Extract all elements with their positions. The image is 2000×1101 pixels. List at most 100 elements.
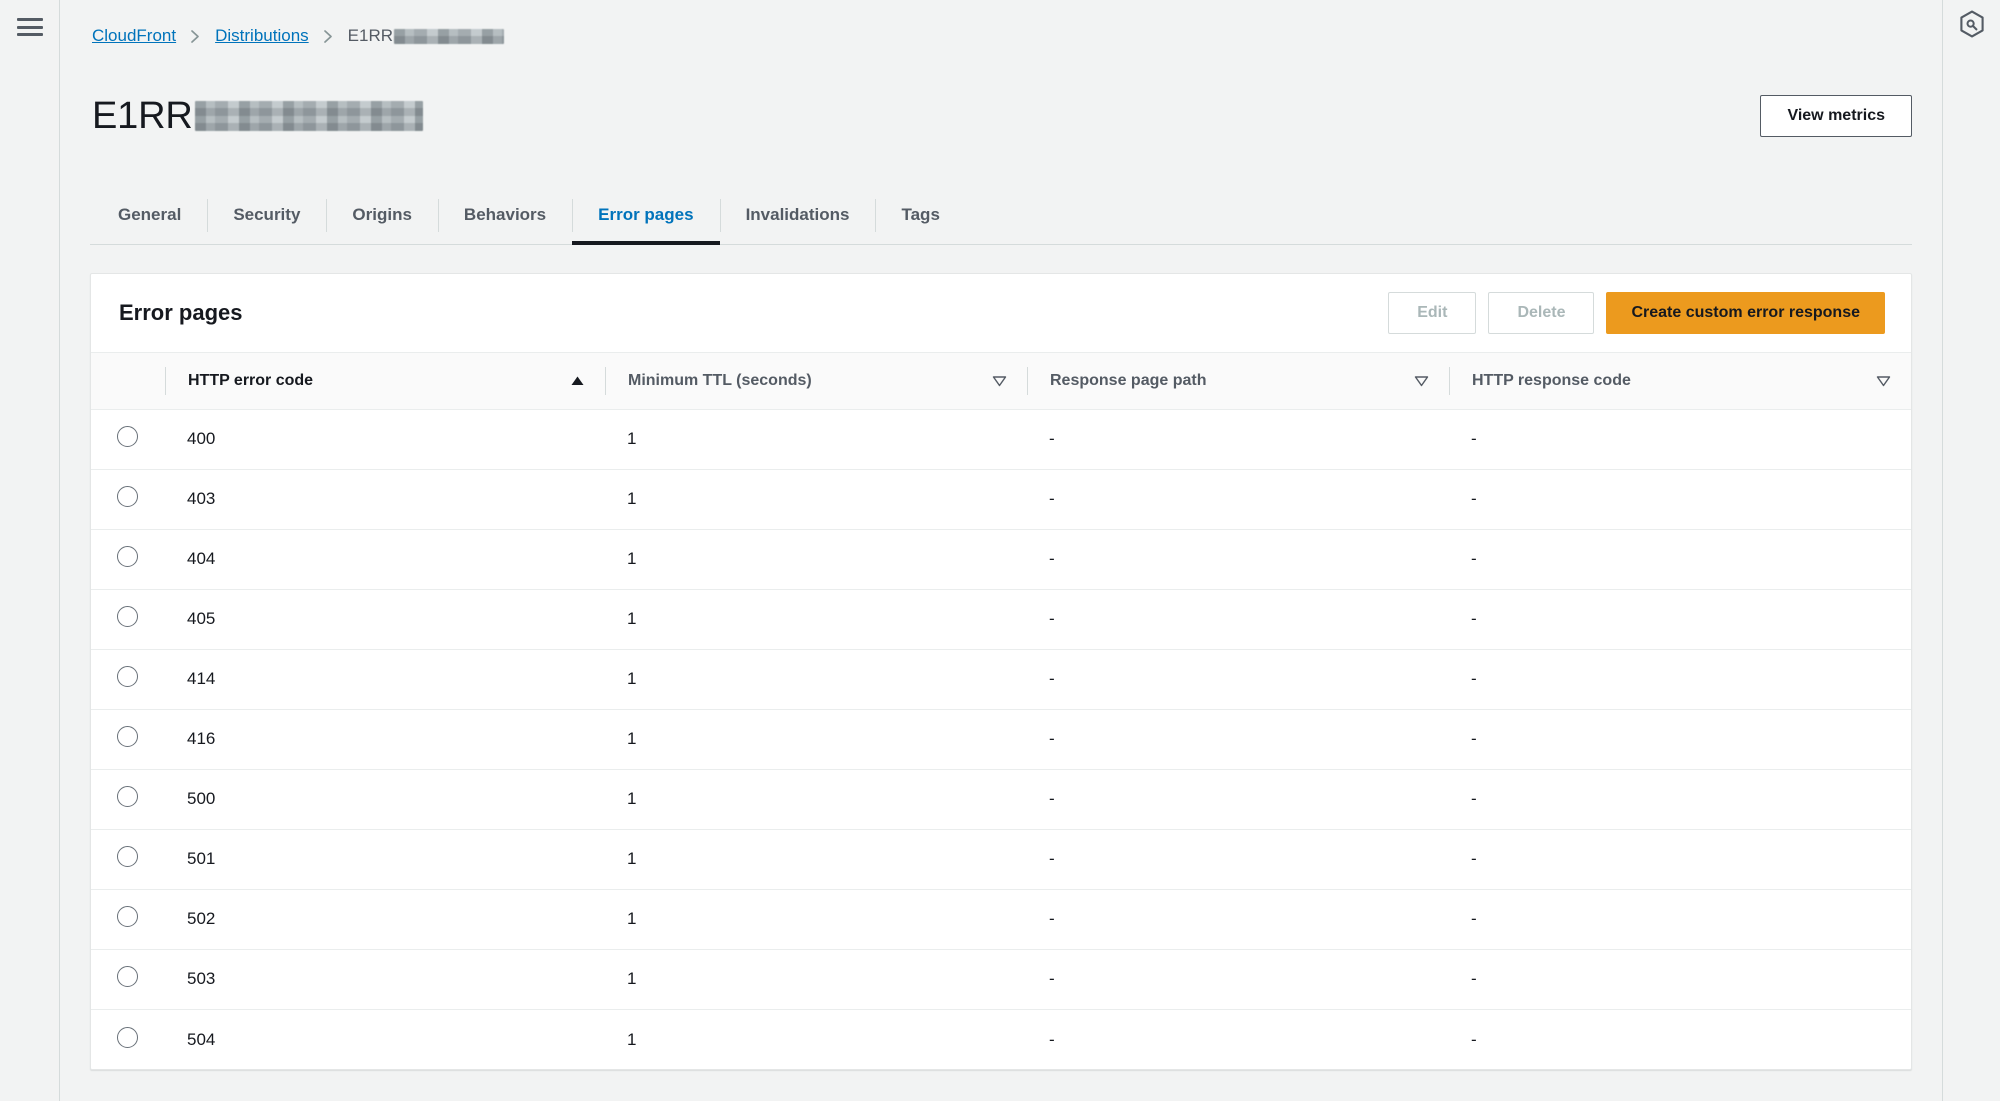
- column-label: Minimum TTL (seconds): [628, 371, 812, 389]
- page-title: E1RR: [92, 97, 423, 135]
- cell-http-error-code: 416: [187, 729, 216, 749]
- row-radio-button[interactable]: [117, 966, 138, 988]
- row-radio-button[interactable]: [117, 606, 138, 628]
- breadcrumb-item-cloudfront[interactable]: CloudFront: [92, 26, 176, 46]
- cell-minimum-ttl: 1: [627, 849, 637, 869]
- row-select-cell[interactable]: [91, 709, 165, 769]
- table-row[interactable]: 500 1 - -: [91, 769, 1911, 830]
- breadcrumb-item-distributions[interactable]: Distributions: [215, 26, 309, 46]
- chevron-right-icon: [322, 29, 335, 44]
- row-select-cell[interactable]: [91, 1009, 165, 1069]
- tab-origins[interactable]: Origins: [326, 187, 438, 244]
- row-select-cell[interactable]: [91, 949, 165, 1009]
- redacted-distribution-id-title: [194, 101, 423, 132]
- hamburger-menu-icon[interactable]: [16, 14, 43, 36]
- cell-response-page-path: -: [1049, 429, 1055, 449]
- cell-minimum-ttl: 1: [627, 429, 637, 449]
- panel-title: Error pages: [119, 299, 243, 325]
- row-radio-button[interactable]: [117, 786, 138, 808]
- table-row[interactable]: 501 1 - -: [91, 829, 1911, 890]
- row-radio-button[interactable]: [117, 1026, 138, 1048]
- main-content: CloudFront Distributions E1RR E1RR View …: [60, 0, 1942, 1101]
- row-select-cell[interactable]: [91, 649, 165, 709]
- table-row[interactable]: 414 1 - -: [91, 649, 1911, 710]
- cell-http-response-code: -: [1471, 609, 1477, 629]
- cell-http-error-code: 403: [187, 489, 216, 509]
- cell-http-error-code: 503: [187, 969, 216, 989]
- column-header-response-page-path[interactable]: Response page path: [1027, 352, 1449, 409]
- row-select-cell[interactable]: [91, 829, 165, 889]
- edit-button[interactable]: Edit: [1388, 291, 1477, 334]
- hamburger-bar: [16, 25, 43, 29]
- tab-behaviors[interactable]: Behaviors: [437, 187, 572, 244]
- table-header: HTTP error code Minimum TTL (seconds) Re…: [91, 352, 1911, 410]
- cell-response-page-path: -: [1049, 1029, 1055, 1049]
- sort-ascending-icon[interactable]: [570, 375, 585, 387]
- row-radio-button[interactable]: [117, 726, 138, 748]
- sort-icon[interactable]: [992, 375, 1007, 387]
- column-header-http-response-code[interactable]: HTTP response code: [1449, 352, 1911, 409]
- tab-tags[interactable]: Tags: [875, 187, 965, 244]
- sort-icon[interactable]: [1876, 375, 1891, 387]
- column-label: HTTP error code: [188, 371, 314, 389]
- cloudfront-console: CloudFront Distributions E1RR E1RR View …: [0, 0, 2000, 1101]
- cell-http-response-code: -: [1471, 669, 1477, 689]
- table-row[interactable]: 404 1 - -: [91, 529, 1911, 590]
- column-header-http-error-code[interactable]: HTTP error code: [165, 352, 605, 409]
- cell-http-response-code: -: [1471, 789, 1477, 809]
- tab-security[interactable]: Security: [207, 187, 326, 244]
- cell-http-response-code: -: [1471, 849, 1477, 869]
- row-radio-button[interactable]: [117, 546, 138, 568]
- panel-header: Error pages Edit Delete Create custom er…: [91, 274, 1911, 352]
- cell-http-response-code: -: [1471, 549, 1477, 569]
- distribution-tabs: General Security Origins Behaviors Error…: [90, 187, 1912, 245]
- row-select-cell[interactable]: [91, 529, 165, 589]
- cell-response-page-path: -: [1049, 729, 1055, 749]
- table-row[interactable]: 400 1 - -: [91, 409, 1911, 470]
- breadcrumb-distribution-id-text: E1RR: [347, 26, 394, 45]
- cell-response-page-path: -: [1049, 549, 1055, 569]
- cell-http-error-code: 500: [187, 789, 216, 809]
- tab-general[interactable]: General: [92, 187, 207, 244]
- cell-minimum-ttl: 1: [627, 549, 637, 569]
- hamburger-bar: [16, 18, 43, 21]
- table-row[interactable]: 405 1 - -: [91, 589, 1911, 650]
- row-select-cell[interactable]: [91, 469, 165, 529]
- delete-button[interactable]: Delete: [1488, 291, 1595, 334]
- row-radio-button[interactable]: [117, 666, 138, 688]
- cell-minimum-ttl: 1: [627, 1029, 637, 1049]
- table-row[interactable]: 504 1 - -: [91, 1009, 1911, 1069]
- cell-minimum-ttl: 1: [627, 609, 637, 629]
- column-header-select: [91, 352, 165, 409]
- tab-invalidations[interactable]: Invalidations: [719, 187, 876, 244]
- cloudshell-hexagon-icon[interactable]: [1959, 10, 1985, 38]
- cell-http-error-code: 502: [187, 909, 216, 929]
- page-header: E1RR View metrics: [90, 72, 1912, 161]
- table-row[interactable]: 403 1 - -: [91, 469, 1911, 530]
- cell-minimum-ttl: 1: [627, 789, 637, 809]
- cell-minimum-ttl: 1: [627, 729, 637, 749]
- row-select-cell[interactable]: [91, 589, 165, 649]
- row-radio-button[interactable]: [117, 906, 138, 928]
- row-radio-button[interactable]: [117, 486, 138, 508]
- cell-http-response-code: -: [1471, 909, 1477, 929]
- create-custom-error-response-button[interactable]: Create custom error response: [1606, 291, 1885, 334]
- page-title-text: E1RR: [92, 95, 193, 138]
- cell-http-response-code: -: [1471, 969, 1477, 989]
- column-header-minimum-ttl[interactable]: Minimum TTL (seconds): [605, 352, 1027, 409]
- row-select-cell[interactable]: [91, 769, 165, 829]
- table-body: 400 1 - - 403 1 - - 404 1 - - 405 1 - - 414 1 - - 416 1 - - 500 1…: [91, 409, 1911, 1069]
- row-select-cell[interactable]: [91, 889, 165, 949]
- cell-http-response-code: -: [1471, 1029, 1477, 1049]
- view-metrics-button[interactable]: View metrics: [1760, 95, 1912, 138]
- table-row[interactable]: 416 1 - -: [91, 709, 1911, 770]
- cell-response-page-path: -: [1049, 969, 1055, 989]
- row-radio-button[interactable]: [117, 846, 138, 868]
- sort-icon[interactable]: [1414, 375, 1429, 387]
- table-row[interactable]: 502 1 - -: [91, 889, 1911, 950]
- tab-error-pages[interactable]: Error pages: [572, 187, 721, 245]
- row-radio-button[interactable]: [117, 426, 138, 448]
- table-row[interactable]: 503 1 - -: [91, 949, 1911, 1010]
- cell-http-response-code: -: [1471, 489, 1477, 509]
- row-select-cell[interactable]: [91, 409, 165, 469]
